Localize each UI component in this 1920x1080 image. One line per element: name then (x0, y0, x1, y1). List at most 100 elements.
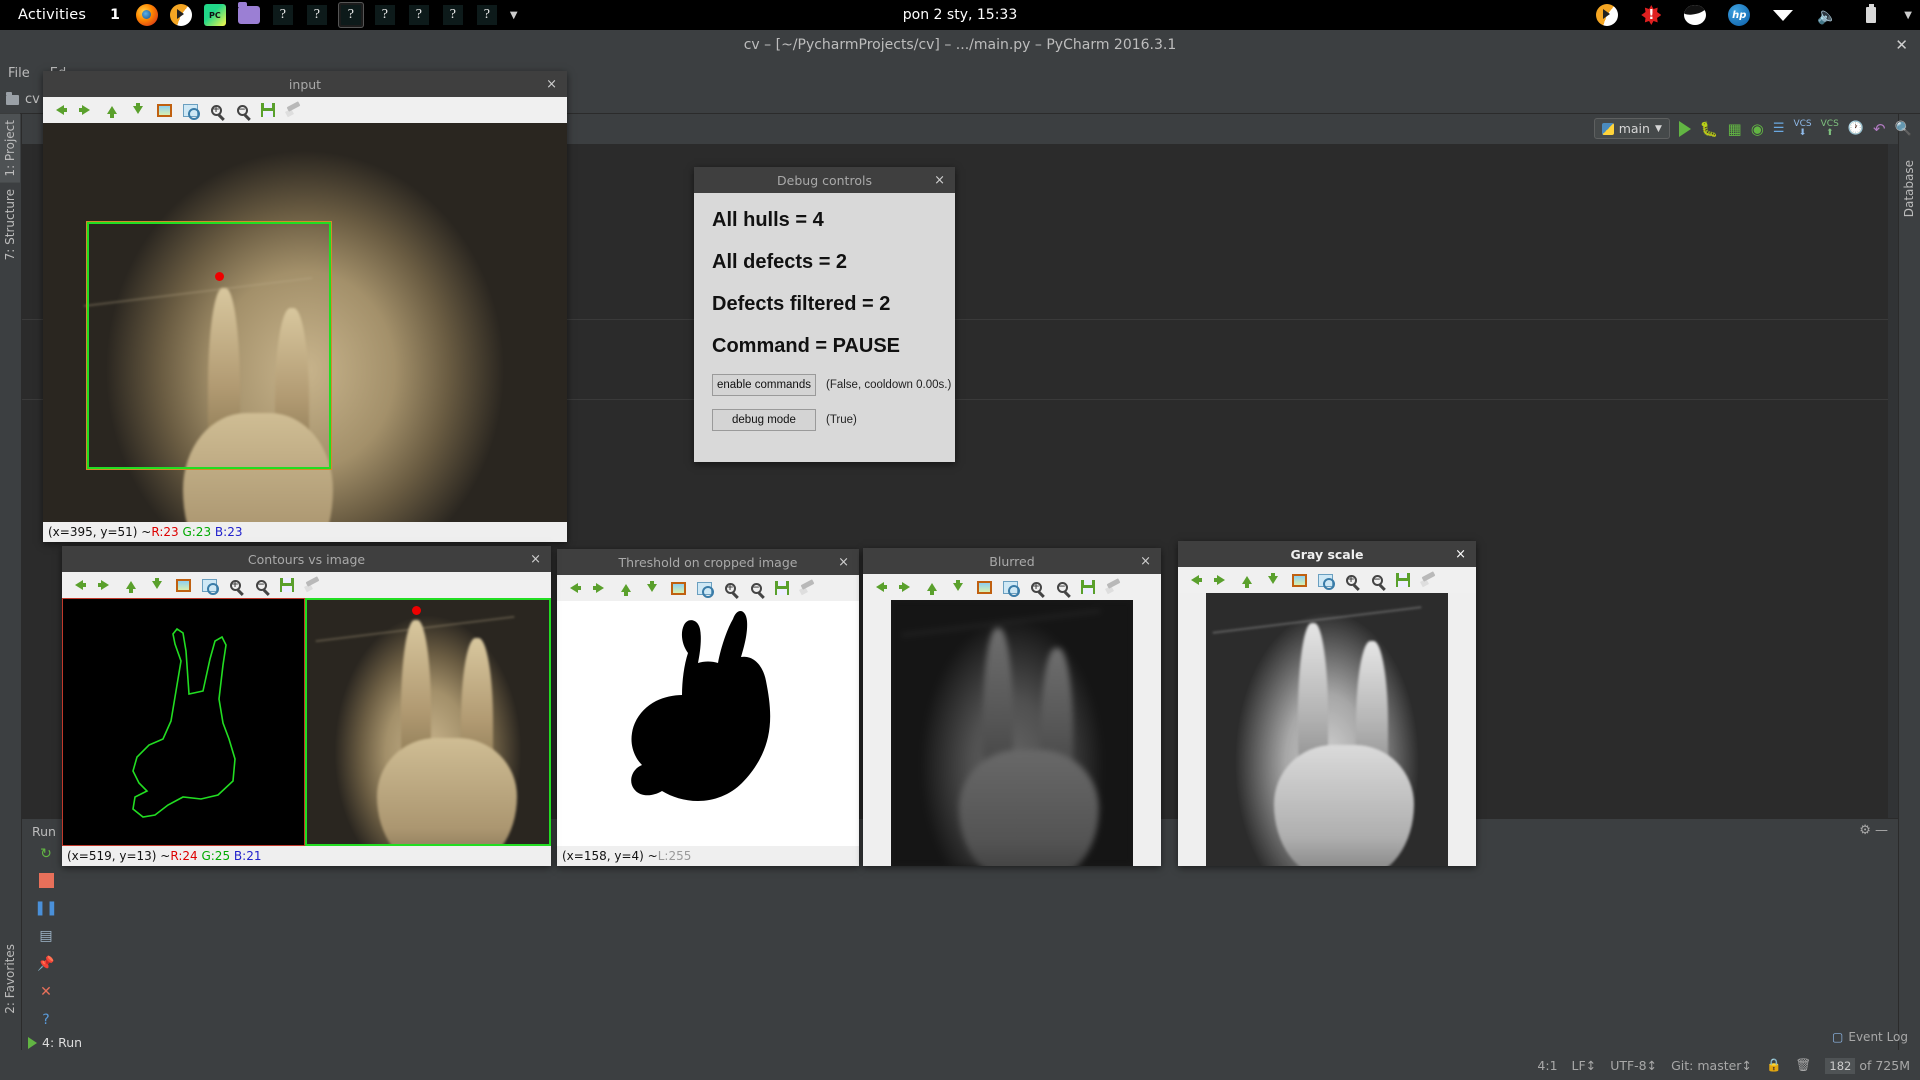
properties-brush-icon[interactable] (302, 575, 324, 595)
pan-down-icon[interactable] (127, 100, 149, 120)
activities-button[interactable]: Activities (0, 7, 100, 23)
clock[interactable]: pon 2 sty, 15:33 (903, 7, 1017, 23)
pan-down-icon[interactable] (641, 578, 663, 598)
caret-position[interactable]: 4:1 (1537, 1058, 1557, 1073)
lock-icon[interactable]: 🔒 (1766, 1057, 1782, 1073)
bottom-tab-run[interactable]: 4: Run (28, 1035, 82, 1050)
cv-window-threshold[interactable]: Threshold on cropped image × + − (x=158,… (557, 549, 859, 866)
pan-up-icon[interactable] (921, 577, 943, 597)
pan-up-icon[interactable] (615, 578, 637, 598)
zoom-in-icon[interactable]: + (719, 578, 741, 598)
cv-window-grayscale-canvas[interactable] (1178, 593, 1476, 866)
fit-image-icon[interactable] (1288, 570, 1310, 590)
file-encoding[interactable]: UTF-8↕ (1610, 1058, 1657, 1073)
unknown-app-icon-1[interactable]: ? (270, 2, 296, 28)
line-separator[interactable]: LF↕ (1572, 1058, 1597, 1073)
amarok-tray-icon[interactable] (1594, 2, 1620, 28)
pan-up-icon[interactable] (1236, 570, 1258, 590)
debug-button[interactable]: 🐛 (1700, 120, 1719, 138)
breadcrumb-project[interactable]: cv (25, 92, 40, 107)
cv-window-input[interactable]: input × + − (x=395, (43, 71, 567, 542)
unknown-app-icon-6[interactable]: ? (440, 2, 466, 28)
debug-mode-button[interactable]: debug mode (712, 409, 816, 431)
vcs-update-button[interactable]: VCS⬇ (1793, 120, 1811, 138)
run-button[interactable] (1679, 121, 1691, 137)
wifi-icon[interactable] (1770, 2, 1796, 28)
editor-scrollbar[interactable] (1888, 144, 1898, 818)
pan-right-icon[interactable] (895, 577, 917, 597)
pan-right-icon[interactable] (1210, 570, 1232, 590)
pan-left-icon[interactable] (1184, 570, 1206, 590)
zoom-out-icon[interactable]: − (1051, 577, 1073, 597)
owncloud-tray-icon[interactable] (1682, 2, 1708, 28)
zoom-in-icon[interactable]: + (1025, 577, 1047, 597)
rerun-icon[interactable]: ↻ (38, 845, 55, 862)
unknown-app-icon-3[interactable]: ? (338, 2, 364, 28)
properties-brush-icon[interactable] (283, 100, 305, 120)
vcs-history-icon[interactable]: 🕐 (1848, 121, 1864, 136)
pan-left-icon[interactable] (68, 575, 90, 595)
unknown-app-icon-5[interactable]: ? (406, 2, 432, 28)
zoom-region-icon[interactable] (999, 577, 1021, 597)
zoom-out-icon[interactable]: − (231, 100, 253, 120)
properties-brush-icon[interactable] (1418, 570, 1440, 590)
zoom-out-icon[interactable]: − (1366, 570, 1388, 590)
zoom-in-icon[interactable]: + (205, 100, 227, 120)
firefox-icon[interactable] (134, 2, 160, 28)
update-alert-icon[interactable]: ! (1638, 2, 1664, 28)
run-tab-label[interactable]: Run (32, 824, 56, 839)
profile-button[interactable]: ◉ (1751, 120, 1764, 138)
close-icon[interactable]: × (546, 77, 557, 92)
cv-window-blurred[interactable]: Blurred × + − (863, 548, 1161, 866)
save-image-icon[interactable] (1077, 577, 1099, 597)
unknown-app-icon-2[interactable]: ? (304, 2, 330, 28)
battery-icon[interactable] (1858, 2, 1884, 28)
event-log-button[interactable]: ▢ Event Log (1832, 1030, 1908, 1044)
pan-left-icon[interactable] (869, 577, 891, 597)
pan-right-icon[interactable] (75, 100, 97, 120)
pin-icon[interactable]: 📌 (38, 955, 55, 972)
close-icon[interactable]: × (934, 173, 945, 188)
enable-commands-button[interactable]: enable commands (712, 374, 816, 396)
save-image-icon[interactable] (276, 575, 298, 595)
sidebar-item-project[interactable]: 1: Project (0, 114, 20, 183)
unknown-app-icon-7[interactable]: ? (474, 2, 500, 28)
workspace-indicator[interactable]: 1 (100, 7, 130, 23)
memory-indicator[interactable]: 182 of 725M (1825, 1058, 1910, 1073)
sidebar-item-favorites[interactable]: 2: Favorites (0, 938, 20, 1020)
zoom-region-icon[interactable] (179, 100, 201, 120)
close-icon[interactable]: × (838, 555, 849, 570)
pycharm-icon[interactable]: PC (202, 2, 228, 28)
stop-icon[interactable] (39, 873, 54, 888)
pan-down-icon[interactable] (1262, 570, 1284, 590)
close-icon[interactable]: × (530, 552, 541, 567)
save-image-icon[interactable] (257, 100, 279, 120)
pan-up-icon[interactable] (120, 575, 142, 595)
pan-down-icon[interactable] (146, 575, 168, 595)
pan-up-icon[interactable] (101, 100, 123, 120)
git-branch[interactable]: Git: master↕ (1671, 1058, 1752, 1073)
hp-printer-icon[interactable]: hp (1726, 2, 1752, 28)
zoom-region-icon[interactable] (198, 575, 220, 595)
pause-icon[interactable]: ❚❚ (38, 899, 55, 916)
app-list-chevron-down-icon[interactable]: ▼ (510, 10, 518, 21)
fit-image-icon[interactable] (973, 577, 995, 597)
cv-window-contours[interactable]: Contours vs image × + − (62, 546, 551, 866)
amarok-icon[interactable] (168, 2, 194, 28)
volume-icon[interactable]: 🔈 (1814, 2, 1840, 28)
fit-image-icon[interactable] (172, 575, 194, 595)
pan-left-icon[interactable] (49, 100, 71, 120)
pycharm-close-button[interactable]: ✕ (1895, 36, 1908, 54)
zoom-out-icon[interactable]: − (250, 575, 272, 595)
help-icon[interactable]: ? (38, 1011, 55, 1028)
close-icon[interactable]: × (1140, 554, 1151, 569)
zoom-region-icon[interactable] (693, 578, 715, 598)
zoom-in-icon[interactable]: + (224, 575, 246, 595)
unknown-app-icon-4[interactable]: ? (372, 2, 398, 28)
undo-icon[interactable]: ↶ (1873, 120, 1886, 138)
console-icon[interactable]: ▤ (38, 927, 55, 944)
fit-image-icon[interactable] (667, 578, 689, 598)
search-icon[interactable]: 🔍 (1895, 121, 1912, 137)
save-image-icon[interactable] (1392, 570, 1414, 590)
properties-brush-icon[interactable] (797, 578, 819, 598)
